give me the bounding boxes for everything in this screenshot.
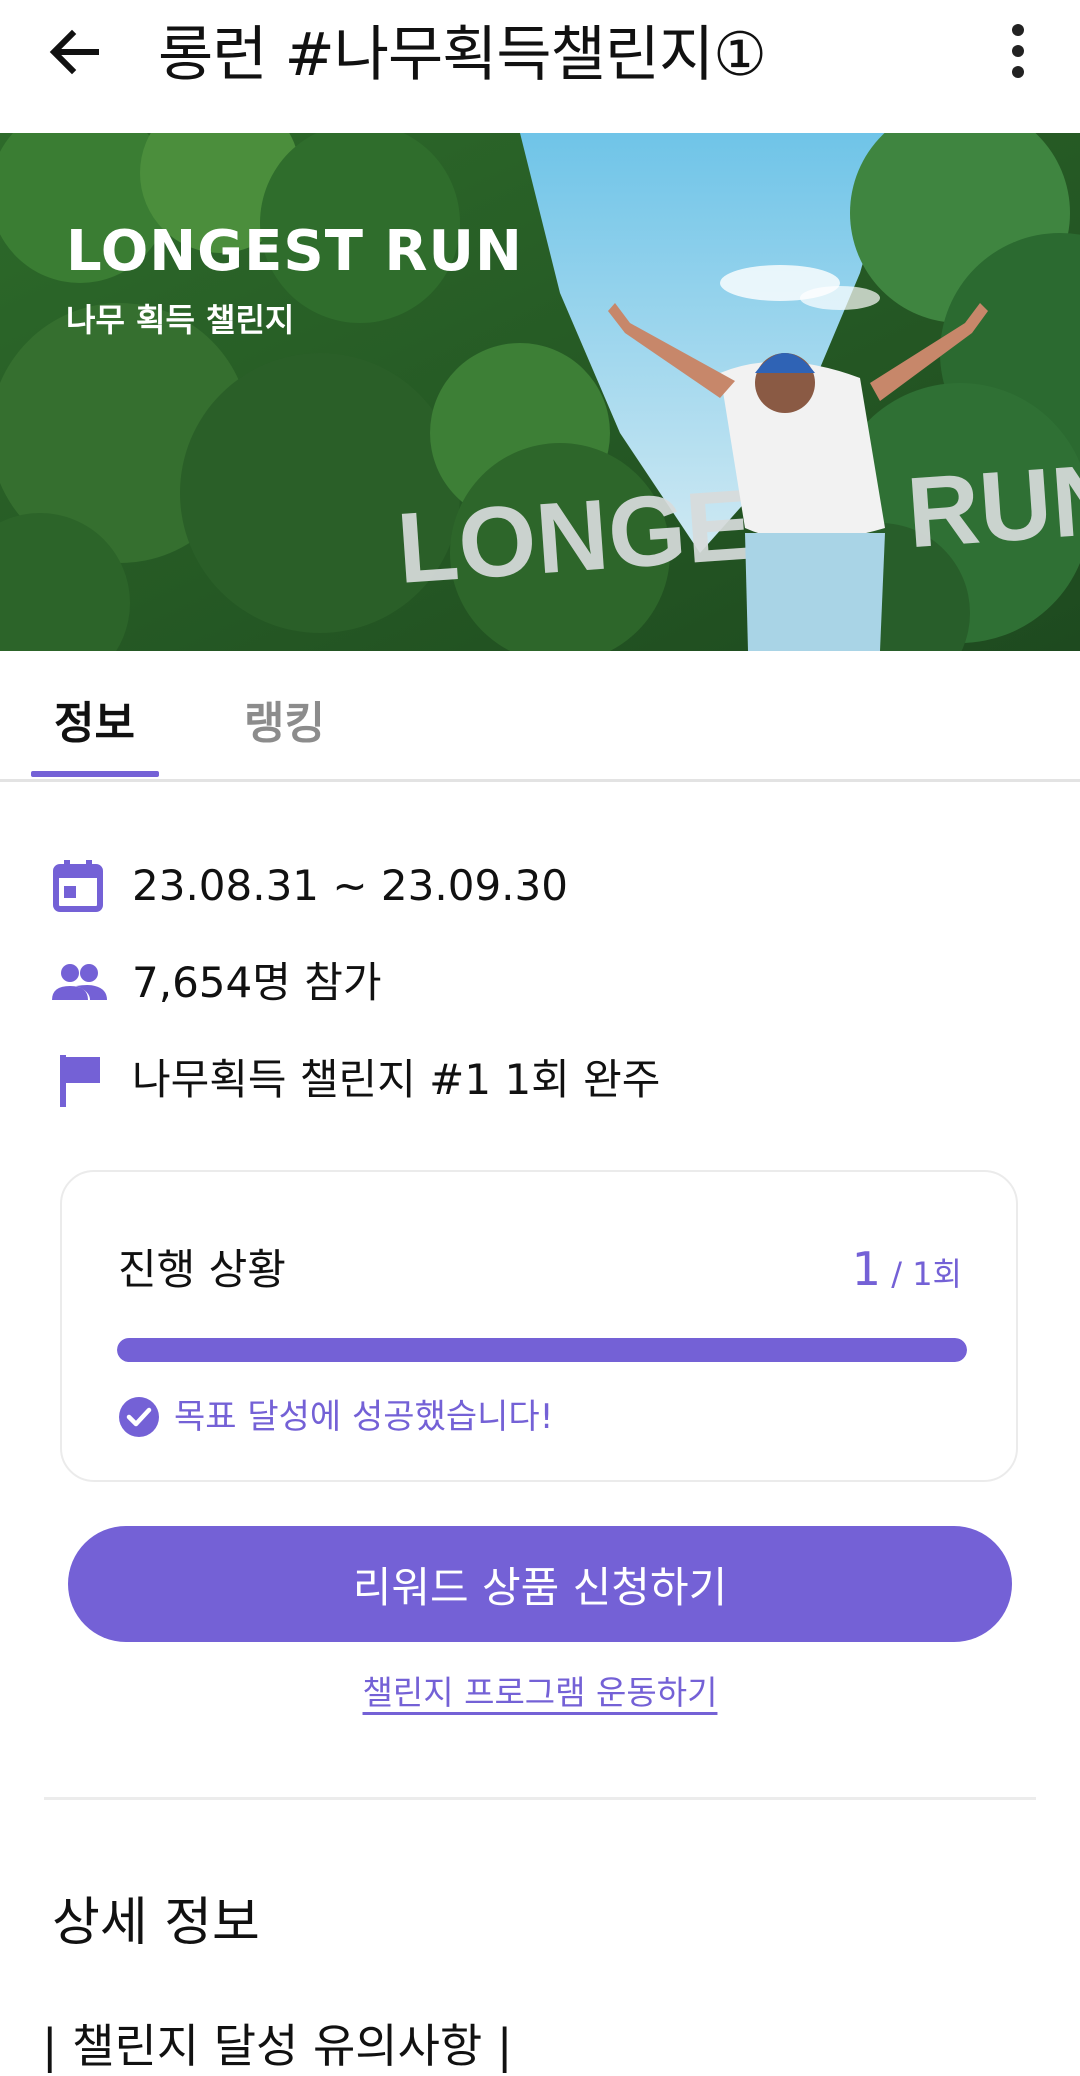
success-message: 목표 달성에 성공했습니다! [174, 1397, 554, 1437]
tab-selected-indicator [31, 771, 159, 777]
goal-text: 나무획득 챌린지 #1 1회 완주 [132, 1055, 661, 1104]
reward-apply-button[interactable]: 리워드 상품 신청하기 [68, 1526, 1012, 1642]
challenge-banner: LONGEST RUN LONGEST RUN 나무 획득 챌린지 [0, 133, 1080, 651]
goal-row: 나무획득 챌린지 #1 1회 완주 [50, 1045, 1030, 1115]
progress-label: 진행 상황 [118, 1245, 286, 1294]
challenge-detail-screen: 롱런 #나무획득챌린지① LONGEST RUN LONGEST RUN 나무 … [0, 0, 1080, 2076]
page-title: 롱런 #나무획득챌린지① [158, 20, 767, 90]
period-row: 23.08.31 ~ 23.09.30 [50, 851, 1030, 921]
app-bar: 롱런 #나무획득챌린지① [0, 0, 1080, 133]
more-vert-icon [1012, 24, 1024, 78]
people-icon [52, 964, 107, 1000]
check-circle-icon [119, 1397, 159, 1437]
tab-ranking[interactable]: 랭킹 [244, 687, 325, 751]
program-link-row: 챌린지 프로그램 운동하기 [0, 1666, 1080, 1714]
calendar-icon [53, 860, 103, 912]
period-text: 23.08.31 ~ 23.09.30 [132, 861, 568, 910]
tab-bar: 정보 랭킹 [0, 651, 1080, 782]
details-section-title: 상세 정보 [52, 1893, 260, 1953]
back-button[interactable] [36, 14, 112, 90]
arrow-left-icon [49, 29, 99, 75]
progress-bar-fill [117, 1338, 967, 1362]
notice-heading: | 챌린지 달성 유의사항 | [42, 2019, 513, 2073]
banner-image: LONGEST RUN [0, 133, 1080, 651]
progress-card: 진행 상황 1 / 1회 목표 달성에 성공했습니다! [60, 1170, 1018, 1482]
section-divider [44, 1797, 1036, 1800]
progress-current: 1 [851, 1242, 882, 1296]
progress-bar [117, 1338, 967, 1362]
banner-subtitle: 나무 획득 챌린지 [66, 301, 295, 339]
flag-icon [60, 1055, 100, 1107]
tab-info[interactable]: 정보 [54, 687, 135, 751]
progress-count: 1 / 1회 [852, 1242, 962, 1296]
challenge-program-link[interactable]: 챌린지 프로그램 운동하기 [363, 1673, 718, 1712]
participants-text: 7,654명 참가 [132, 958, 382, 1007]
more-options-button[interactable] [990, 18, 1046, 84]
banner-title: LONGEST RUN [66, 219, 523, 284]
participants-row: 7,654명 참가 [50, 948, 1030, 1018]
progress-total: / 1회 [881, 1255, 962, 1293]
